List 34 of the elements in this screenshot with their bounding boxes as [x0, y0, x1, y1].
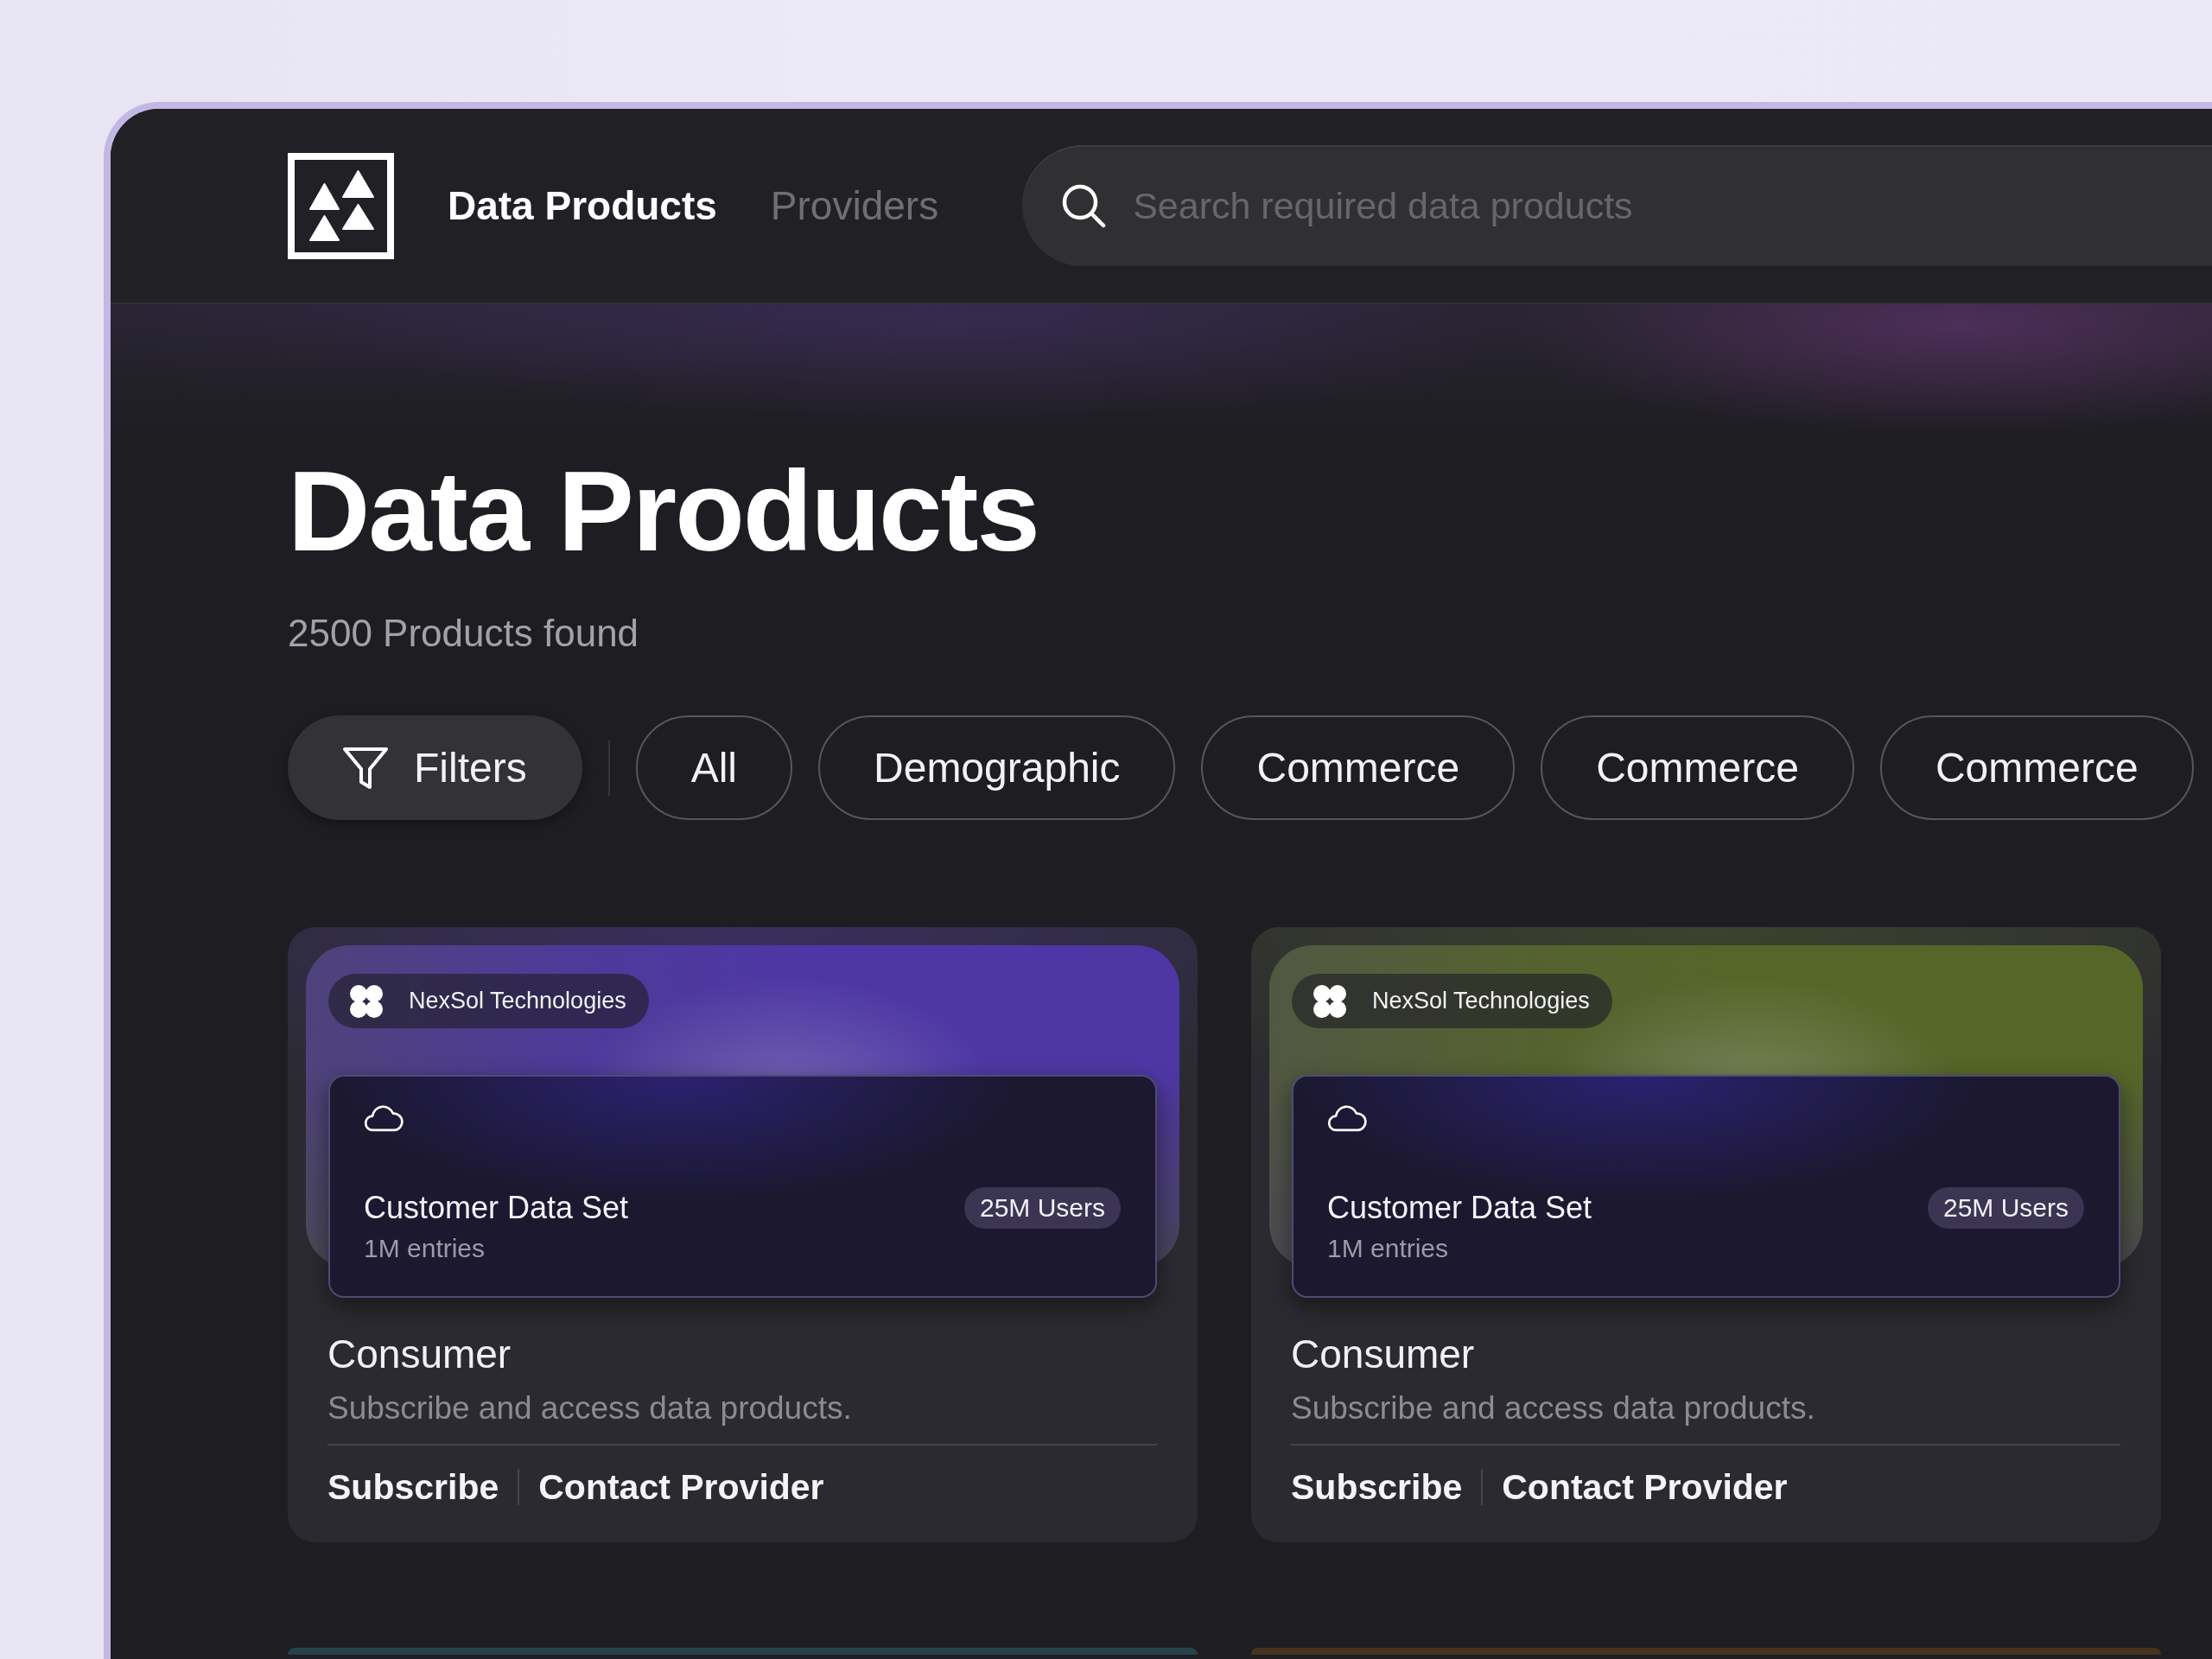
card-title: Consumer: [1291, 1331, 1475, 1378]
action-button[interactable]: Subscribe: [327, 1467, 499, 1508]
action-button[interactable]: Contact Provider: [538, 1467, 824, 1508]
card-description: Subscribe and access data products.: [1291, 1389, 1815, 1427]
logo-icon[interactable]: [288, 152, 394, 259]
nav-link[interactable]: Data Products: [448, 182, 717, 229]
users-badge: 25M Users: [963, 1187, 1121, 1229]
card-title: Consumer: [327, 1331, 512, 1378]
cloud-icon: [364, 1103, 404, 1132]
search-icon[interactable]: [1060, 182, 1108, 229]
category-chip[interactable]: Commerce: [1879, 715, 2194, 820]
action-button[interactable]: Contact Provider: [1502, 1467, 1788, 1508]
provider-name: NexSol Technologies: [1372, 988, 1590, 1014]
dataset-card[interactable]: Customer Data Set 25M Users 1M entries: [328, 1075, 1157, 1298]
clover-icon: [350, 984, 383, 1018]
entries-count: 1M entries: [364, 1234, 486, 1263]
result-count: 2500 Products found: [288, 612, 639, 655]
dataset-card[interactable]: Customer Data Set 25M Users 1M entries: [1292, 1075, 2120, 1298]
card-description: Subscribe and access data products.: [327, 1389, 852, 1427]
filters-button[interactable]: Filters: [288, 715, 582, 820]
category-chip[interactable]: Commerce: [1541, 715, 1854, 820]
action-button[interactable]: Subscribe: [1291, 1467, 1463, 1508]
category-chip[interactable]: All: [635, 715, 792, 820]
cloud-icon: [1327, 1103, 1367, 1132]
category-chip[interactable]: Commerce: [1201, 715, 1516, 820]
dataset-name: Customer Data Set: [1327, 1190, 1592, 1226]
page-title: Data Products: [288, 448, 1039, 575]
entries-count: 1M entries: [1327, 1234, 1449, 1263]
search-field[interactable]: Search required data products: [1022, 145, 2212, 266]
clover-icon: [1313, 984, 1346, 1018]
dataset-name: Customer Data Set: [364, 1190, 629, 1226]
users-badge: 25M Users: [1927, 1187, 2084, 1229]
category-chip[interactable]: Demographic: [818, 715, 1176, 820]
provider-name: NexSol Technologies: [409, 988, 626, 1014]
